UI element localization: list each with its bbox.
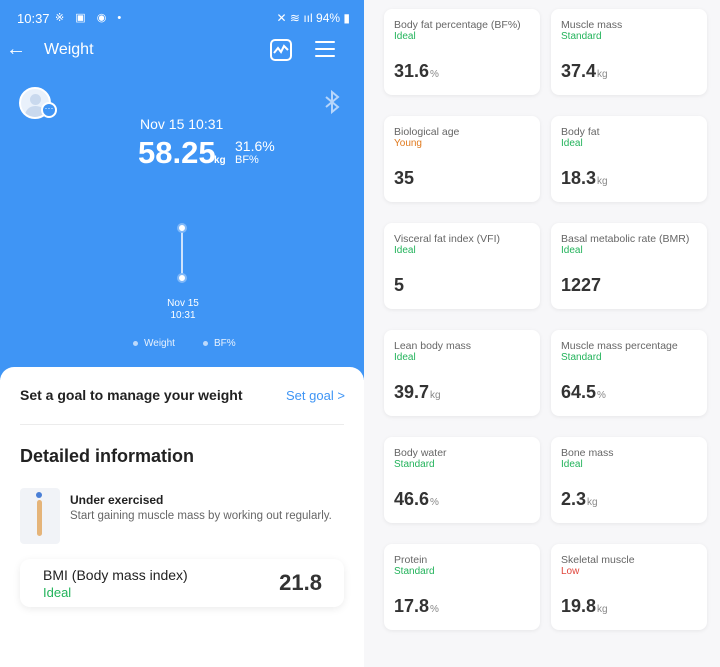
- metric-title: Body water: [394, 447, 447, 459]
- metric-status: Standard: [561, 352, 602, 363]
- menu-icon[interactable]: [315, 41, 335, 59]
- goal-prompt: Set a goal to manage your weight: [20, 387, 243, 403]
- bf-label: BF%: [235, 154, 259, 166]
- section-title: Detailed information: [20, 446, 195, 466]
- signal-icons: ✕ ≋ ııl: [276, 11, 313, 25]
- app-root: 10:37 ※ ▣ ◉ • ✕ ≋ ııl 94% ▮ ← Weight ···: [0, 0, 720, 667]
- metric-value: 5: [394, 275, 405, 295]
- metric-card-muscle-mass-percentage[interactable]: Muscle mass percentage Standard 64.5%: [551, 330, 707, 416]
- metric-title: Protein: [394, 554, 428, 566]
- metric-title: Body fat: [561, 126, 600, 138]
- metric-card-body-fat[interactable]: Body fat Ideal 18.3kg: [551, 116, 707, 202]
- metric-card-skeletal-muscle[interactable]: Skeletal muscle Low 19.8kg: [551, 544, 707, 630]
- bmi-label: BMI (Body mass index): [43, 567, 188, 583]
- metric-status: Ideal: [394, 31, 416, 42]
- bf-point[interactable]: [177, 273, 187, 283]
- metric-status: Standard: [394, 459, 435, 470]
- weight-header: 10:37 ※ ▣ ◉ • ✕ ≋ ııl 94% ▮ ← Weight ···: [0, 0, 364, 380]
- metric-value: 39.7kg: [394, 382, 441, 402]
- body-figure-icon: [20, 488, 60, 544]
- battery-icon: ▮: [343, 11, 350, 25]
- metric-title: Basal metabolic rate (BMR): [561, 233, 690, 245]
- metric-status: Young: [394, 138, 422, 149]
- bf-value: 31.6%: [235, 138, 275, 154]
- legend-bf: BF%: [203, 338, 236, 349]
- status-time: 10:37: [17, 11, 50, 26]
- metric-card-bf-percentage[interactable]: Body fat percentage (BF%) Ideal 31.6%: [384, 9, 540, 95]
- divider: [20, 424, 344, 425]
- bmi-status: Ideal: [43, 585, 72, 600]
- metric-status: Standard: [561, 31, 602, 42]
- metric-status: Low: [561, 566, 580, 577]
- metric-title: Visceral fat index (VFI): [394, 233, 501, 245]
- exercise-title: Under exercised: [70, 493, 164, 507]
- metric-value: 18.3kg: [561, 168, 608, 188]
- chart-line: [181, 228, 183, 278]
- bmi-card[interactable]: BMI (Body mass index) Ideal 21.8: [20, 559, 344, 607]
- metric-value: 46.6%: [394, 489, 439, 509]
- metric-title: Biological age: [394, 126, 460, 138]
- metric-status: Ideal: [561, 245, 583, 256]
- metric-status: Ideal: [561, 459, 583, 470]
- metric-value: 37.4kg: [561, 61, 608, 81]
- notification-icons: ※ ▣ ◉ •: [55, 12, 126, 24]
- metric-card-vfi[interactable]: Visceral fat index (VFI) Ideal 5: [384, 223, 540, 309]
- x-axis-time: 10:31: [170, 310, 196, 321]
- metric-value: 17.8%: [394, 596, 439, 616]
- more-icon[interactable]: ···: [41, 102, 57, 118]
- metric-title: Skeletal muscle: [561, 554, 635, 566]
- app-bar: ← Weight: [0, 36, 364, 66]
- status-indicators: ✕ ≋ ııl 94% ▮: [277, 11, 350, 25]
- battery-level: 94%: [316, 11, 341, 25]
- metric-card-protein[interactable]: Protein Standard 17.8%: [384, 544, 540, 630]
- metric-value: 19.8kg: [561, 596, 608, 616]
- page-title: Weight: [44, 41, 94, 58]
- metrics-grid: Body fat percentage (BF%) Ideal 31.6% Mu…: [364, 0, 720, 667]
- metric-title: Body fat percentage (BF%): [394, 19, 521, 31]
- metric-status: Ideal: [561, 138, 583, 149]
- exercise-description: Start gaining muscle mass by working out…: [70, 510, 332, 522]
- x-axis-date: Nov 15: [167, 298, 199, 309]
- metric-card-bone-mass[interactable]: Bone mass Ideal 2.3kg: [551, 437, 707, 523]
- metric-value: 2.3kg: [561, 489, 598, 509]
- metric-title: Bone mass: [561, 447, 614, 459]
- arrow-left-icon[interactable]: ←: [6, 38, 26, 62]
- metric-status: Ideal: [394, 352, 416, 363]
- details-sheet: Set a goal to manage your weight Set goa…: [0, 367, 364, 667]
- weight-value: 58.25: [138, 135, 216, 170]
- chart-icon[interactable]: [270, 39, 292, 61]
- metric-title: Muscle mass percentage: [561, 340, 678, 352]
- set-goal-link[interactable]: Set goal >: [286, 388, 345, 403]
- metric-card-bmr[interactable]: Basal metabolic rate (BMR) Ideal 1227: [551, 223, 707, 309]
- status-bar: 10:37 ※ ▣ ◉ • ✕ ≋ ııl 94% ▮: [0, 0, 364, 36]
- metric-card-biological-age[interactable]: Biological age Young 35: [384, 116, 540, 202]
- metric-status: Standard: [394, 566, 435, 577]
- bmi-value: 21.8: [279, 570, 322, 595]
- metric-value: 64.5%: [561, 382, 606, 402]
- metric-card-body-water[interactable]: Body water Standard 46.6%: [384, 437, 540, 523]
- metric-value: 1227: [561, 275, 602, 295]
- metric-title: Muscle mass: [561, 19, 623, 31]
- legend-weight: Weight: [133, 338, 175, 349]
- weight-screen: 10:37 ※ ▣ ◉ • ✕ ≋ ııl 94% ▮ ← Weight ···: [0, 0, 364, 667]
- metric-card-lean-body-mass[interactable]: Lean body mass Ideal 39.7kg: [384, 330, 540, 416]
- weight-point[interactable]: [177, 223, 187, 233]
- metric-title: Lean body mass: [394, 340, 472, 352]
- measurement-datetime: Nov 15 10:31: [140, 116, 224, 132]
- metric-value: 35: [394, 168, 415, 188]
- metric-card-muscle-mass[interactable]: Muscle mass Standard 37.4kg: [551, 9, 707, 95]
- metric-value: 31.6%: [394, 61, 439, 81]
- bluetooth-icon[interactable]: [322, 89, 344, 115]
- weight-unit: kg: [214, 155, 226, 166]
- metric-status: Ideal: [394, 245, 416, 256]
